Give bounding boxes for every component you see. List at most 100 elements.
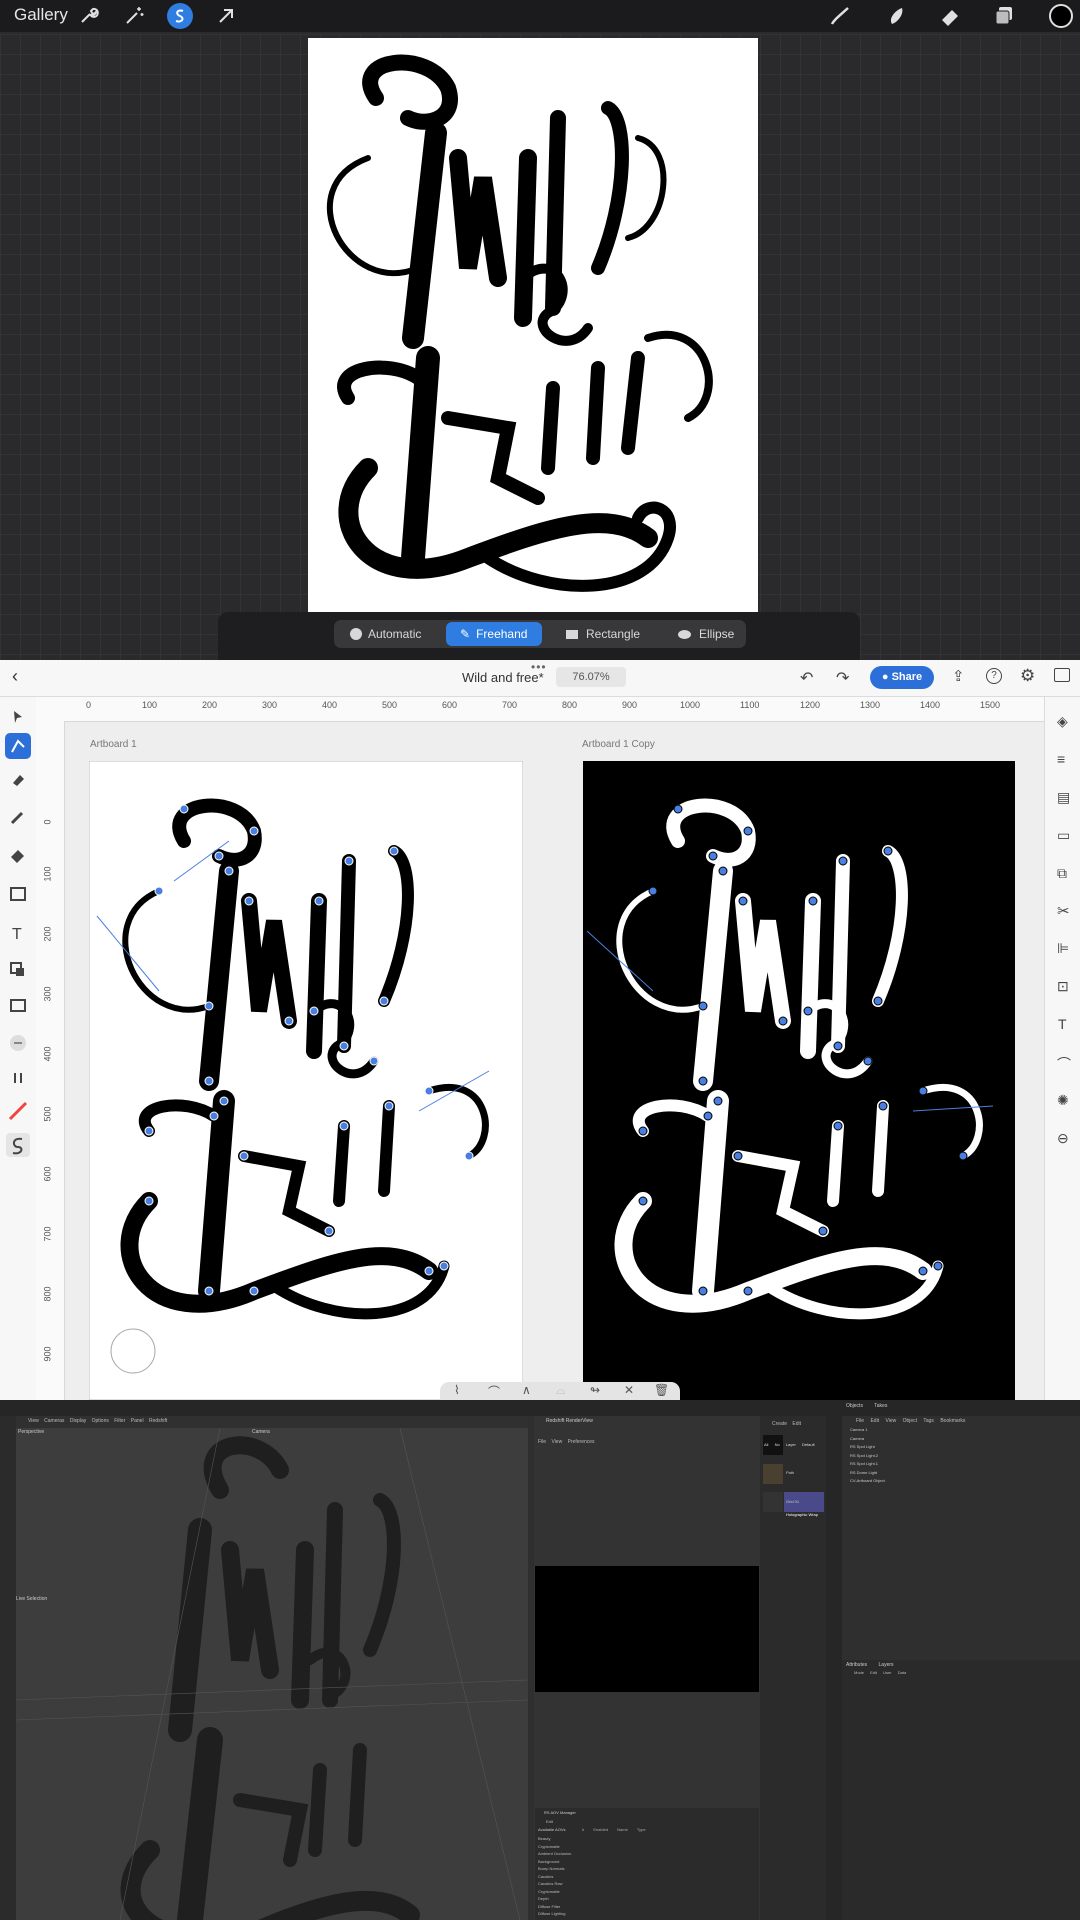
material-filter[interactable]: All No Layer Default: [764, 1442, 815, 1447]
trash-icon[interactable]: 🗑: [654, 1383, 669, 1397]
effects-icon[interactable]: ✺: [1057, 1092, 1069, 1109]
asymmetric-node-icon[interactable]: ⌓: [556, 1383, 566, 1398]
list-item[interactable]: Caustics: [538, 1873, 571, 1881]
delete-node-icon[interactable]: ✕: [624, 1383, 634, 1397]
list-item[interactable]: Beauty: [538, 1835, 571, 1843]
text-tool-icon[interactable]: T: [12, 926, 22, 943]
option-freehand[interactable]: ✎ Freehand: [446, 622, 542, 646]
disconnect-node-icon[interactable]: ↬: [590, 1383, 600, 1397]
list-item[interactable]: RS Spot Light: [850, 1443, 885, 1452]
image-tool-icon[interactable]: [10, 999, 26, 1012]
stroke-color-icon[interactable]: [8, 1101, 28, 1121]
library-panel-icon[interactable]: ▤: [1057, 789, 1070, 806]
wrench-icon[interactable]: [76, 4, 100, 28]
aov-menu[interactable]: Edit: [546, 1819, 553, 1824]
stroke-width-icon[interactable]: [10, 1035, 26, 1051]
horizontal-ruler: 0 100 200 300 400 500 600 700 800 900 10…: [36, 697, 1044, 722]
artboard-label[interactable]: Artboard 1 Copy: [582, 739, 655, 750]
path-style-icon[interactable]: [6, 1133, 30, 1157]
corner-node-icon[interactable]: ∧: [522, 1383, 531, 1397]
list-item[interactable]: Camera 1: [850, 1426, 885, 1435]
option-automatic[interactable]: Automatic: [346, 622, 442, 646]
list-item[interactable]: Camera: [850, 1435, 885, 1444]
settings-gear-icon[interactable]: ⚙: [1020, 666, 1035, 686]
pencil-tool-icon[interactable]: [10, 811, 24, 825]
selection-tool-icon[interactable]: [167, 3, 193, 29]
rectangle-tool-icon[interactable]: [10, 887, 26, 901]
eraser-icon[interactable]: [938, 4, 962, 28]
export-icon[interactable]: ⇪: [952, 667, 965, 685]
back-chevron-icon[interactable]: ‹: [12, 666, 18, 687]
help-icon[interactable]: ?: [986, 668, 1002, 684]
renderview-menu[interactable]: File View Preferences: [538, 1439, 595, 1445]
transform-icon[interactable]: ⊡: [1057, 978, 1069, 995]
brush-icon[interactable]: [828, 4, 852, 28]
list-item[interactable]: RS Spot Light.1: [850, 1460, 885, 1469]
option-ellipse[interactable]: Ellipse: [670, 622, 750, 646]
style-panel-icon[interactable]: ≡: [1057, 751, 1065, 767]
viewport-label: Perspective: [18, 1429, 45, 1435]
attributes-menu[interactable]: Mode Edit User Data: [854, 1670, 906, 1675]
gallery-button[interactable]: Gallery: [14, 5, 68, 25]
objects-tabs[interactable]: Objects Takes: [846, 1403, 887, 1409]
select-tool-icon[interactable]: [14, 711, 22, 723]
list-item[interactable]: Caustics Raw: [538, 1880, 571, 1888]
renderview-title: Redshift RenderView: [546, 1418, 593, 1424]
path-panel-icon[interactable]: ⌒: [1057, 1054, 1071, 1074]
wild-and-free-lettering: [326, 54, 713, 592]
shape-builder-icon[interactable]: [10, 962, 24, 976]
node-tool-icon[interactable]: ⌇: [454, 1383, 460, 1397]
pen-tool-icon[interactable]: [13, 775, 24, 786]
view-menu[interactable]: View Cameras Display Options Filter Pane…: [28, 1418, 167, 1424]
ruler-tick-label: 700: [502, 700, 518, 710]
comments-icon[interactable]: ▭: [1057, 827, 1070, 844]
list-item[interactable]: Diffuse Filter: [538, 1903, 571, 1911]
list-item[interactable]: Depth: [538, 1895, 571, 1903]
list-item[interactable]: Cryptomatte: [538, 1843, 571, 1851]
ruler-tick-label: 600: [442, 700, 458, 710]
document-title[interactable]: Wild and free*: [462, 670, 544, 685]
transform-arrow-icon[interactable]: [214, 4, 238, 28]
list-item[interactable]: Ambient Occlusion: [538, 1850, 571, 1858]
list-item[interactable]: Diffuse Lighting: [538, 1910, 571, 1918]
frame-icon[interactable]: [1054, 668, 1070, 682]
node-tool-icon[interactable]: [5, 733, 31, 759]
share-button[interactable]: ● Share: [870, 666, 934, 689]
objects-menu[interactable]: File Edit View Object Tags Bookmarks: [856, 1418, 965, 1424]
swap-colors-icon[interactable]: [14, 1073, 22, 1083]
align-icon[interactable]: ⊫: [1057, 940, 1069, 957]
layers-icon[interactable]: [992, 4, 1016, 28]
smooth-node-icon[interactable]: ⌒: [488, 1383, 500, 1400]
list-item[interactable]: Background: [538, 1858, 571, 1866]
aov-manager-title: RS AOV Manager: [544, 1810, 576, 1815]
redo-icon[interactable]: ↷: [836, 668, 849, 688]
layers-panel-icon[interactable]: ◈: [1057, 713, 1068, 730]
list-item[interactable]: RS Spot Light.2: [850, 1452, 885, 1461]
attributes-tabs[interactable]: Attributes Layers: [846, 1662, 894, 1668]
undo-icon[interactable]: ↶: [800, 668, 813, 688]
artboard-1-copy[interactable]: [583, 761, 1015, 1400]
scissors-icon[interactable]: ✂: [1057, 902, 1070, 920]
drawing-canvas[interactable]: [308, 38, 758, 612]
list-item[interactable]: CV-Artboard Object: [850, 1477, 885, 1486]
artboard-label[interactable]: Artboard 1: [90, 739, 137, 750]
list-item[interactable]: RS Dome Light: [850, 1469, 885, 1478]
list-item[interactable]: Cryptomatte: [538, 1888, 571, 1896]
typography-icon[interactable]: T: [1058, 1016, 1067, 1032]
camera-label: Camera: [252, 1429, 270, 1435]
color-swatch-icon[interactable]: [1048, 3, 1074, 29]
magic-wand-icon[interactable]: [122, 4, 146, 28]
ruler-tick-label: 400: [42, 1046, 53, 1062]
zoom-level[interactable]: 76.07%: [556, 667, 626, 687]
material-name[interactable]: Holographic Wrap: [786, 1512, 818, 1517]
link-icon[interactable]: ⊖: [1057, 1130, 1069, 1147]
material-name[interactable]: Path: [786, 1470, 794, 1475]
artboard-1[interactable]: [89, 761, 523, 1400]
list-item[interactable]: Bump Normals: [538, 1865, 571, 1873]
materials-tabs[interactable]: Create Edit: [772, 1421, 801, 1427]
duplicate-icon[interactable]: ⧉: [1057, 865, 1067, 882]
eraser-tool-icon[interactable]: [11, 850, 24, 863]
smudge-icon[interactable]: [884, 4, 908, 28]
material-name[interactable]: Grid 01: [786, 1499, 799, 1504]
option-rectangle[interactable]: Rectangle: [560, 622, 656, 646]
